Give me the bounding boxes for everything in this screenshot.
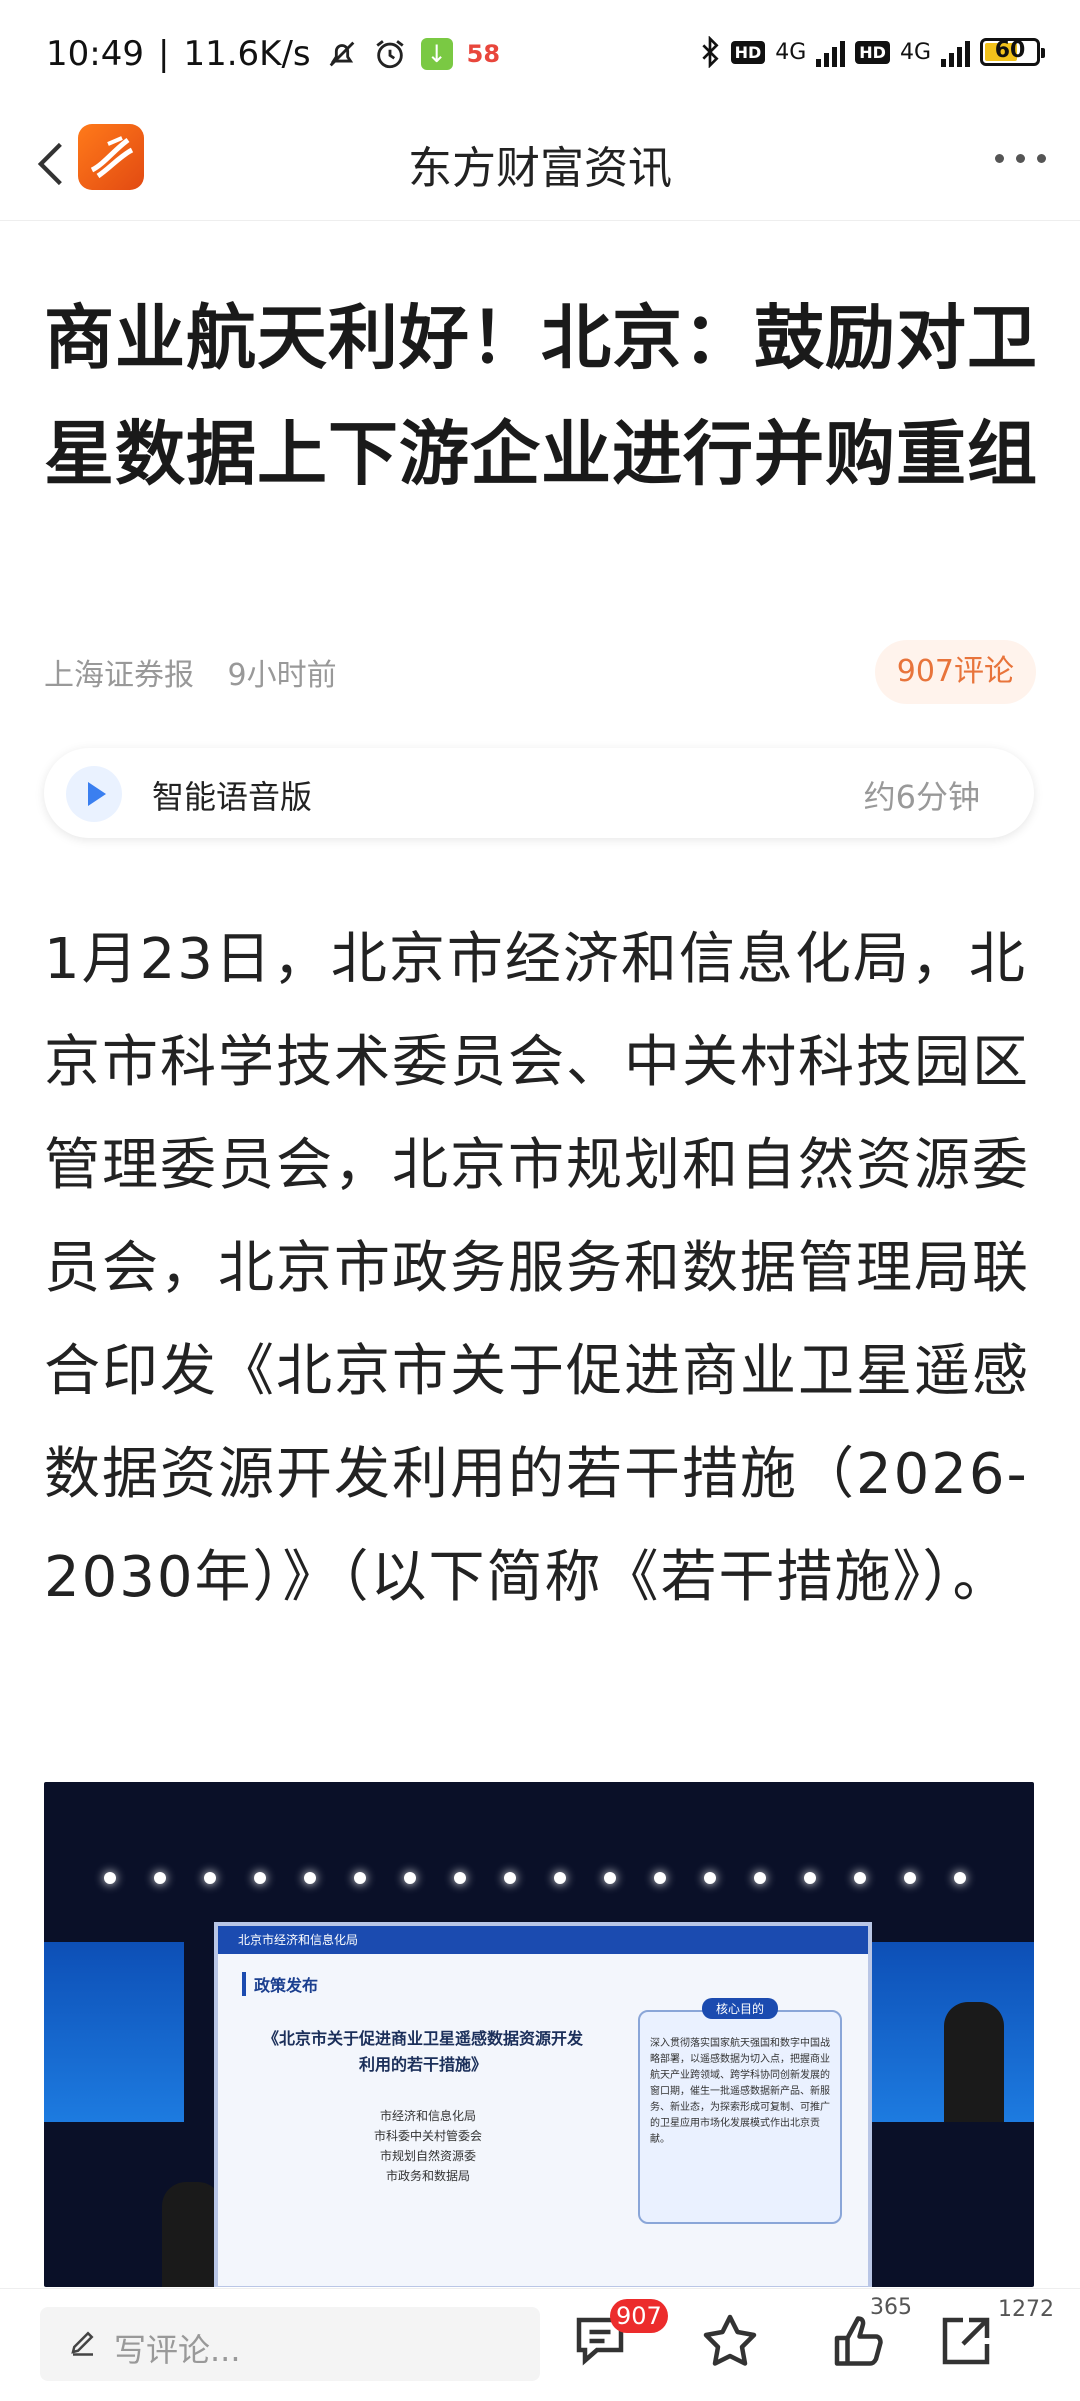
- comment-input[interactable]: 写评论...: [40, 2307, 540, 2381]
- signal-icon-2: [941, 37, 970, 67]
- thumbs-up-icon[interactable]: [828, 2311, 888, 2371]
- bluetooth-icon: [701, 36, 719, 68]
- pen-icon: [71, 2331, 94, 2356]
- article-title: 商业航天利好！北京：鼓励对卫星数据上下游企业进行并购重组: [44, 297, 1038, 495]
- speaker-left: [162, 2182, 222, 2287]
- play-icon[interactable]: [66, 766, 122, 822]
- article-image[interactable]: 北京市经济和信息化局 政策发布 《北京市关于促进商业卫星遥感数据资源开发利用的若…: [44, 1782, 1034, 2287]
- network-type: 4G: [775, 39, 807, 65]
- page-title: 东方财富资讯: [408, 143, 672, 194]
- share-icon[interactable]: [936, 2311, 996, 2371]
- comment-placeholder: 写评论...: [114, 2331, 241, 2369]
- status-bar: 10:49 | 11.6K/s ↓ 58 HD 4G HD 4G 60: [0, 0, 1080, 108]
- mute-bell-icon: [329, 41, 354, 67]
- battery-level: 60: [994, 38, 1026, 63]
- clock: 10:49: [46, 34, 144, 74]
- presentation-screen: 北京市经济和信息化局 政策发布 《北京市关于促进商业卫星遥感数据资源开发利用的若…: [214, 1922, 872, 2287]
- alarm-icon: [376, 40, 404, 69]
- comment-badge: 907: [610, 2299, 668, 2333]
- screen-box-text: 深入贯彻落实国家航天强国和数字中国战略部署，以遥感数据为切入点，把握商业航天产业…: [650, 2038, 830, 2145]
- screen-section: 政策发布: [242, 1972, 318, 1996]
- status-right: HD 4G HD 4G 60: [699, 36, 1045, 68]
- publish-time: 9小时前: [227, 658, 337, 693]
- star-icon[interactable]: [700, 2311, 760, 2371]
- bottom-action-bar: 写评论... 907 365 1272: [0, 2288, 1080, 2401]
- stage-lights: [44, 1872, 1034, 1902]
- status-left: 10:49 | 11.6K/s ↓ 58: [46, 34, 501, 74]
- article-meta: 上海证券报 9小时前: [44, 650, 361, 694]
- audio-label: 智能语音版: [152, 778, 313, 816]
- screen-core-box: 核心目的 深入贯彻落实国家航天强国和数字中国战略部署，以遥感数据为切入点，把握商…: [638, 1998, 842, 2224]
- screen-doc-title: 《北京市关于促进商业卫星遥感数据资源开发利用的若干措施》: [262, 2029, 583, 2074]
- hd-badge: HD: [730, 40, 766, 64]
- like-count: 365: [870, 2295, 912, 2320]
- screen-org: 北京市经济和信息化局: [218, 1926, 868, 1954]
- download-app-icon: ↓: [420, 38, 453, 70]
- app-header: 东方财富资讯: [0, 110, 1080, 221]
- network-speed: 11.6K/s: [183, 34, 311, 74]
- article-body: 1月23日，北京市经济和信息化局，北京市科学技术委员会、中关村科技园区管理委员会…: [44, 927, 1030, 1610]
- audio-version-bar[interactable]: 智能语音版 约6分钟: [44, 748, 1034, 838]
- source-name[interactable]: 上海证券报: [44, 658, 194, 693]
- share-count: 1272: [998, 2297, 1054, 2322]
- network-type-2: 4G: [899, 39, 931, 65]
- side-screen-left: [44, 1942, 184, 2122]
- audio-duration: 约6分钟: [863, 778, 980, 816]
- battery-icon: 60: [980, 38, 1045, 66]
- app-58-icon: 58: [466, 40, 501, 68]
- more-options-icon[interactable]: [995, 154, 1046, 163]
- speaker-right: [944, 2002, 1004, 2122]
- comment-count-button[interactable]: 907评论: [874, 640, 1036, 704]
- screen-box-label: 核心目的: [701, 1998, 779, 2019]
- signal-icon: [816, 37, 846, 67]
- screen-units: 市经济和信息化局 市科委中关村管委会 市规划自然资源委 市政务和数据局: [373, 2109, 482, 2183]
- hd-badge-2: HD: [855, 40, 890, 64]
